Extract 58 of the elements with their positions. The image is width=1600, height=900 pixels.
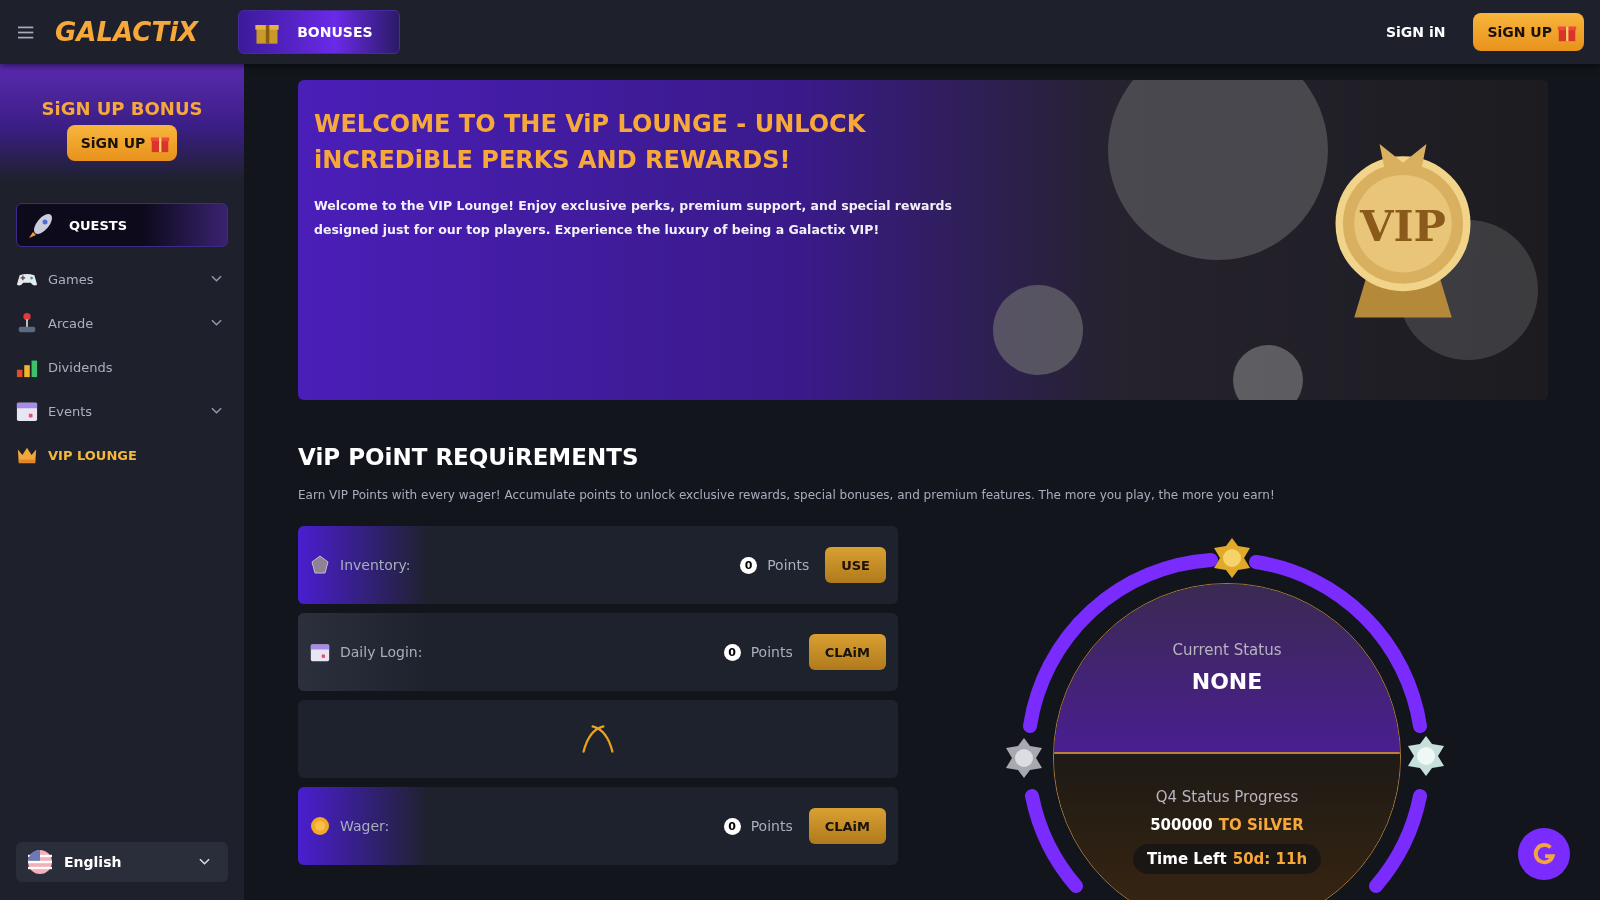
bonuses-button[interactable]: BONUSES [238,10,401,54]
sidebar-item[interactable]: Games [16,257,228,301]
sidebar-item[interactable]: Arcade [16,301,228,345]
calendar-icon [16,400,38,422]
logo[interactable]: GALACTiX [55,17,199,47]
quests-button[interactable]: QUESTS [16,203,228,247]
chevron-down-icon [211,319,222,327]
progress-target: TO SiLVER [1218,816,1304,834]
vip-label: VIP [1360,200,1446,251]
time-left-label: Time Left [1146,850,1227,868]
sidebar-item[interactable]: Events [16,389,228,433]
banner-text: Welcome to the VIP Lounge! Enjoy exclusive perks, premium support, and special rewards designed just for our top players. Experience the luxury of being a Galactix VIP! [314,197,953,239]
coin-icon [310,816,330,836]
status-value: NONE [1191,669,1263,694]
section-title: ViP POiNT REQUiREMENTS [298,444,640,470]
sidebar-item-label: Games [48,271,95,287]
section-description: Earn VIP Points with every wager! Accumulate points to unlock exclusive rewards, special bonuses, and premium features. The more you play, the more you earn! [298,488,1276,502]
flag-icon [28,850,52,874]
medal-icon [1006,738,1042,778]
logo-icon [1531,841,1557,867]
progress-label: Q4 Status Progress [1155,788,1299,806]
points-count: 0 [723,643,741,661]
chevron-down-icon [211,407,222,415]
loading-spinner-icon [580,724,616,754]
time-left-value: 50d: 11h [1232,850,1308,868]
medal-icon [1214,538,1250,578]
points-label: Points [767,557,810,573]
promo-title: SiGN UP BONUS [41,98,203,119]
action-button[interactable]: CLAiM [808,634,886,670]
chat-button[interactable] [1518,828,1570,880]
sign-up-button[interactable]: SiGN UP [1473,13,1584,51]
chevron-down-icon [199,858,210,866]
progress-amount: 500000 [1150,816,1213,834]
chevron-down-icon [211,275,222,283]
row-label: Wager: [340,818,390,834]
sign-in-button[interactable]: SiGN iN [1379,23,1452,41]
menu-icon[interactable] [18,24,35,40]
sidebar-item-label: Events [48,403,93,419]
sidebar-item-label: VIP LOUNGE [48,447,138,463]
points-count: 0 [723,817,741,835]
language-select[interactable]: English [16,842,228,882]
points-count: 0 [740,556,758,574]
points-label: Points [750,644,793,660]
medal-icon [1408,736,1444,776]
row-label: Inventory: [340,557,411,573]
sign-up-button[interactable]: SiGN UP [66,125,178,161]
sidebar-item-label: Dividends [48,359,114,375]
sidebar-item-label: Arcade [48,315,95,331]
sidebar-item[interactable]: VIP LOUNGE [16,433,228,477]
action-button[interactable]: USE [825,547,886,583]
joystick-icon [16,312,38,334]
action-button[interactable]: CLAiM [808,808,886,844]
row-label: Daily Login: [340,644,423,660]
banner-title: WELCOME TO THE ViP LOUNGE - UNLOCK iNCREDiBLE PERKS AND REWARDS! [314,109,867,176]
status-label: Current Status [1172,641,1282,659]
sidebar-item[interactable]: Dividends [16,345,228,389]
points-label: Points [750,818,793,834]
gem-icon [310,555,330,575]
